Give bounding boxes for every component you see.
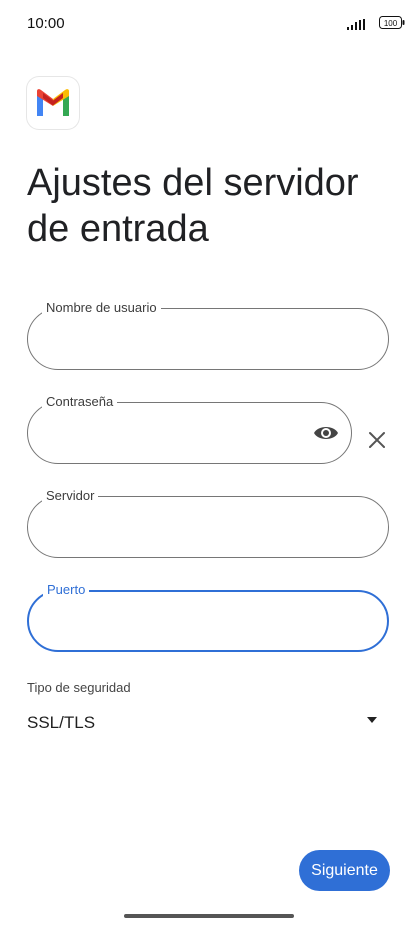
close-icon[interactable]	[366, 429, 388, 451]
password-field[interactable]: Contraseña	[27, 394, 352, 464]
port-field[interactable]: Puerto	[27, 582, 389, 652]
gmail-logo-icon	[27, 77, 79, 129]
port-input[interactable]	[47, 610, 338, 636]
server-input[interactable]	[46, 515, 338, 541]
battery-level: 100	[384, 19, 398, 28]
username-label: Nombre de usuario	[42, 300, 161, 316]
page-title: Ajustes del servidor de entrada	[27, 162, 359, 250]
next-button[interactable]: Siguiente	[299, 850, 390, 891]
status-time: 10:00	[27, 15, 65, 32]
eye-icon[interactable]	[313, 422, 339, 444]
server-field[interactable]: Servidor	[27, 488, 389, 558]
password-input[interactable]	[46, 421, 309, 447]
dropdown-arrow-icon[interactable]	[365, 712, 379, 723]
security-type-select[interactable]: SSL/TLS	[27, 713, 95, 733]
password-label: Contraseña	[42, 394, 118, 410]
home-indicator[interactable]	[124, 914, 294, 918]
signal-icon	[347, 17, 367, 35]
battery-icon: 100	[379, 16, 405, 29]
status-bar: 10:00 100	[0, 0, 417, 50]
port-label: Puerto	[43, 582, 90, 598]
username-field[interactable]: Nombre de usuario	[27, 300, 389, 370]
server-label: Servidor	[42, 488, 99, 504]
security-type-label: Tipo de seguridad	[27, 680, 131, 695]
username-input[interactable]	[46, 327, 338, 353]
